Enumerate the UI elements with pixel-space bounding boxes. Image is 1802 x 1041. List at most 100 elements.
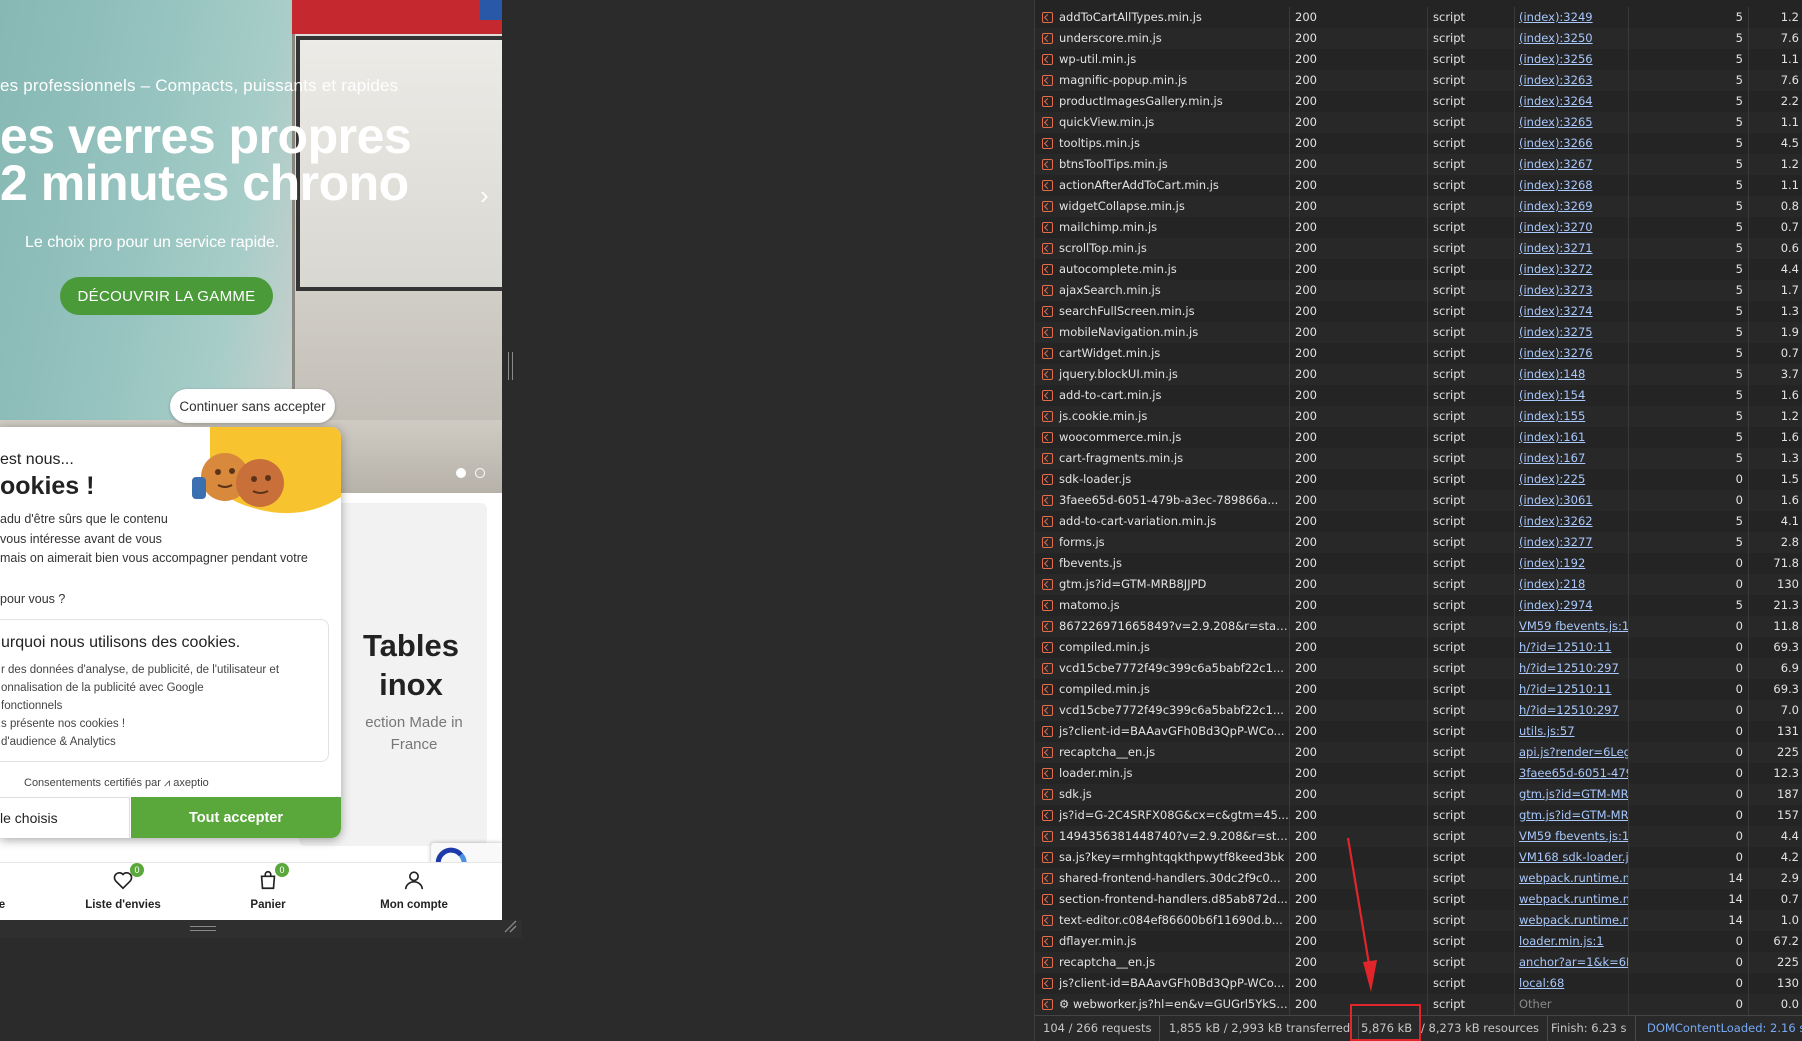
request-initiator[interactable]: webpack.runtime.m — [1515, 889, 1629, 910]
network-row[interactable]: compiled.min.js 200 script h/?id=12510:11 0 6… — [1035, 679, 1802, 700]
request-name[interactable]: recaptcha__en.js — [1035, 952, 1290, 973]
request-initiator[interactable]: (index):3267 — [1515, 154, 1629, 175]
request-initiator[interactable]: gtm.js?id=GTM-MRB — [1515, 784, 1629, 805]
network-row[interactable]: addToCartAllTypes.min.js 200 script (index)… — [1035, 7, 1802, 28]
request-name[interactable]: ⚙ webworker.js?hl=en&v=GUGrl5YkSw... — [1035, 994, 1290, 1015]
network-row[interactable]: autocomplete.min.js 200 script (index):3272… — [1035, 259, 1802, 280]
request-initiator[interactable]: (index):155 — [1515, 406, 1629, 427]
network-row[interactable]: magnific-popup.min.js 200 script (index):32… — [1035, 70, 1802, 91]
request-name[interactable]: gtm.js?id=GTM-MRB8JJPD — [1035, 574, 1290, 595]
slide-dot-1[interactable] — [456, 468, 466, 478]
request-name[interactable]: tooltips.min.js — [1035, 133, 1290, 154]
request-name[interactable]: woocommerce.min.js — [1035, 427, 1290, 448]
network-row[interactable]: text-editor.c084ef86600b6f11690d.b... 200… — [1035, 910, 1802, 931]
resize-corner-icon[interactable] — [503, 919, 517, 933]
request-initiator[interactable]: h/?id=12510:11 — [1515, 679, 1629, 700]
request-name[interactable]: 3faee65d-6051-479b-a3ec-789866a... — [1035, 490, 1290, 511]
accept-all-cookies-button[interactable]: Tout accepter — [131, 797, 341, 838]
request-initiator[interactable]: h/?id=12510:297 — [1515, 700, 1629, 721]
request-initiator[interactable]: anchor?ar=1&k=6Le — [1515, 952, 1629, 973]
request-name[interactable]: section-frontend-handlers.d85ab872d... — [1035, 889, 1290, 910]
request-name[interactable]: cartWidget.min.js — [1035, 343, 1290, 364]
request-initiator[interactable]: api.js?render=6Legf — [1515, 742, 1629, 763]
request-initiator[interactable]: (index):3272 — [1515, 259, 1629, 280]
network-row[interactable]: 3faee65d-6051-479b-a3ec-789866a... 200 scr… — [1035, 490, 1802, 511]
network-row[interactable]: underscore.min.js 200 script (index):3250 5 7… — [1035, 28, 1802, 49]
nav-item-account[interactable]: Mon compte — [354, 869, 474, 911]
request-initiator[interactable]: (index):2974 — [1515, 595, 1629, 616]
network-row[interactable]: js?id=G-2C4SRFX08G&cx=c&gtm=45... 200 scri… — [1035, 805, 1802, 826]
request-name[interactable]: shared-frontend-handlers.30dc2f9c0... — [1035, 868, 1290, 889]
network-row[interactable]: searchFullScreen.min.js 200 script (index):… — [1035, 301, 1802, 322]
request-initiator[interactable]: gtm.js?id=GTM-MRB — [1515, 805, 1629, 826]
request-name[interactable]: cart-fragments.min.js — [1035, 448, 1290, 469]
request-name[interactable]: js?client-id=BAAavGFh0Bd3QpP-WCo... — [1035, 721, 1290, 742]
network-row[interactable]: widgetCollapse.min.js 200 script (index):32… — [1035, 196, 1802, 217]
network-row[interactable]: loader.min.js 200 script 3faee65d-6051-479 0… — [1035, 763, 1802, 784]
request-initiator[interactable]: (index):3270 — [1515, 217, 1629, 238]
network-row[interactable]: vcd15cbe7772f49c399c6a5babf22c1... 200 scr… — [1035, 658, 1802, 679]
request-initiator[interactable]: (index):148 — [1515, 364, 1629, 385]
network-row[interactable]: recaptcha__en.js 200 script api.js?render=6… — [1035, 742, 1802, 763]
network-row[interactable]: jquery.blockUI.min.js 200 script (index):14… — [1035, 364, 1802, 385]
network-row[interactable]: mobileNavigation.min.js 200 script (index):… — [1035, 322, 1802, 343]
choose-cookies-button[interactable]: le choisis — [0, 797, 130, 838]
request-name[interactable]: magnific-popup.min.js — [1035, 70, 1290, 91]
request-name[interactable]: vcd15cbe7772f49c399c6a5babf22c1... — [1035, 700, 1290, 721]
request-name[interactable]: 1494356381448740?v=2.9.208&r=sta... — [1035, 826, 1290, 847]
network-row[interactable]: shared-frontend-handlers.30dc2f9c0... 200… — [1035, 868, 1802, 889]
request-initiator[interactable]: 3faee65d-6051-479 — [1515, 763, 1629, 784]
request-initiator[interactable]: (index):3265 — [1515, 112, 1629, 133]
request-name[interactable]: actionAfterAddToCart.min.js — [1035, 175, 1290, 196]
request-initiator[interactable]: webpack.runtime.m — [1515, 910, 1629, 931]
network-row[interactable]: dflayer.min.js 200 script loader.min.js:1 0 6… — [1035, 931, 1802, 952]
network-row[interactable]: js?client-id=BAAavGFh0Bd3QpP-WCo... 200 sc… — [1035, 721, 1802, 742]
network-row[interactable]: sdk-loader.js 200 script (index):225 0 1.5 — [1035, 469, 1802, 490]
network-row[interactable]: ajaxSearch.min.js 200 script (index):3273 5 1… — [1035, 280, 1802, 301]
request-name[interactable]: matomo.js — [1035, 595, 1290, 616]
request-name[interactable]: searchFullScreen.min.js — [1035, 301, 1290, 322]
request-name[interactable]: btnsToolTips.min.js — [1035, 154, 1290, 175]
network-row[interactable]: gtm.js?id=GTM-MRB8JJPD 200 script (index):2… — [1035, 574, 1802, 595]
request-name[interactable]: sdk.js — [1035, 784, 1290, 805]
request-name[interactable]: add-to-cart.min.js — [1035, 385, 1290, 406]
slide-dot-2[interactable] — [475, 468, 485, 478]
request-initiator[interactable]: (index):192 — [1515, 553, 1629, 574]
network-row[interactable]: btnsToolTips.min.js 200 script (index):3267… — [1035, 154, 1802, 175]
request-initiator[interactable]: VM59 fbevents.js:14 — [1515, 616, 1629, 637]
request-name[interactable]: quickView.min.js — [1035, 112, 1290, 133]
request-name[interactable]: autocomplete.min.js — [1035, 259, 1290, 280]
request-name[interactable]: add-to-cart-variation.min.js — [1035, 511, 1290, 532]
network-row[interactable]: scrollTop.min.js 200 script (index):3271 5 0.… — [1035, 238, 1802, 259]
request-name[interactable]: fbevents.js — [1035, 553, 1290, 574]
request-initiator[interactable]: (index):218 — [1515, 574, 1629, 595]
request-initiator[interactable]: (index):3262 — [1515, 511, 1629, 532]
network-row[interactable]: add-to-cart.min.js 200 script (index):154 5 1… — [1035, 385, 1802, 406]
network-row[interactable]: woocommerce.min.js 200 script (index):161 5 1… — [1035, 427, 1802, 448]
request-name[interactable]: text-editor.c084ef86600b6f11690d.b... — [1035, 910, 1290, 931]
nav-item-cart[interactable]: 0 Panier — [208, 863, 328, 911]
request-name[interactable]: addToCartAllTypes.min.js — [1035, 7, 1290, 28]
network-row[interactable]: 1494356381448740?v=2.9.208&r=sta... 200 sc… — [1035, 826, 1802, 847]
network-row[interactable]: quickView.min.js 200 script (index):3265 5 1.… — [1035, 112, 1802, 133]
request-initiator[interactable]: (index):3275 — [1515, 322, 1629, 343]
request-name[interactable]: ajaxSearch.min.js — [1035, 280, 1290, 301]
request-name[interactable]: sa.js?key=rmhghtqqkthpwytf8keed3bk — [1035, 847, 1290, 868]
request-initiator[interactable]: (index):3264 — [1515, 91, 1629, 112]
network-row[interactable]: js?client-id=BAAavGFh0Bd3QpP-WCo... 200 sc… — [1035, 973, 1802, 994]
request-initiator[interactable]: (index):3276 — [1515, 343, 1629, 364]
network-row[interactable]: section-frontend-handlers.d85ab872d... 20… — [1035, 889, 1802, 910]
network-row[interactable]: tooltips.min.js 200 script (index):3266 5 4.5 — [1035, 133, 1802, 154]
request-name[interactable]: compiled.min.js — [1035, 637, 1290, 658]
network-row[interactable]: cartWidget.min.js 200 script (index):3276 5 0… — [1035, 343, 1802, 364]
request-initiator[interactable]: h/?id=12510:11 — [1515, 637, 1629, 658]
request-name[interactable]: js.cookie.min.js — [1035, 406, 1290, 427]
request-initiator[interactable]: (index):3269 — [1515, 196, 1629, 217]
network-row[interactable]: add-to-cart-variation.min.js 200 script (in… — [1035, 511, 1802, 532]
request-initiator[interactable]: webpack.runtime.m — [1515, 868, 1629, 889]
request-initiator[interactable]: (index):3250 — [1515, 28, 1629, 49]
request-name[interactable]: vcd15cbe7772f49c399c6a5babf22c1... — [1035, 658, 1290, 679]
network-row[interactable]: recaptcha__en.js 200 script anchor?ar=1&k=6… — [1035, 952, 1802, 973]
request-name[interactable]: dflayer.min.js — [1035, 931, 1290, 952]
request-name[interactable]: sdk-loader.js — [1035, 469, 1290, 490]
